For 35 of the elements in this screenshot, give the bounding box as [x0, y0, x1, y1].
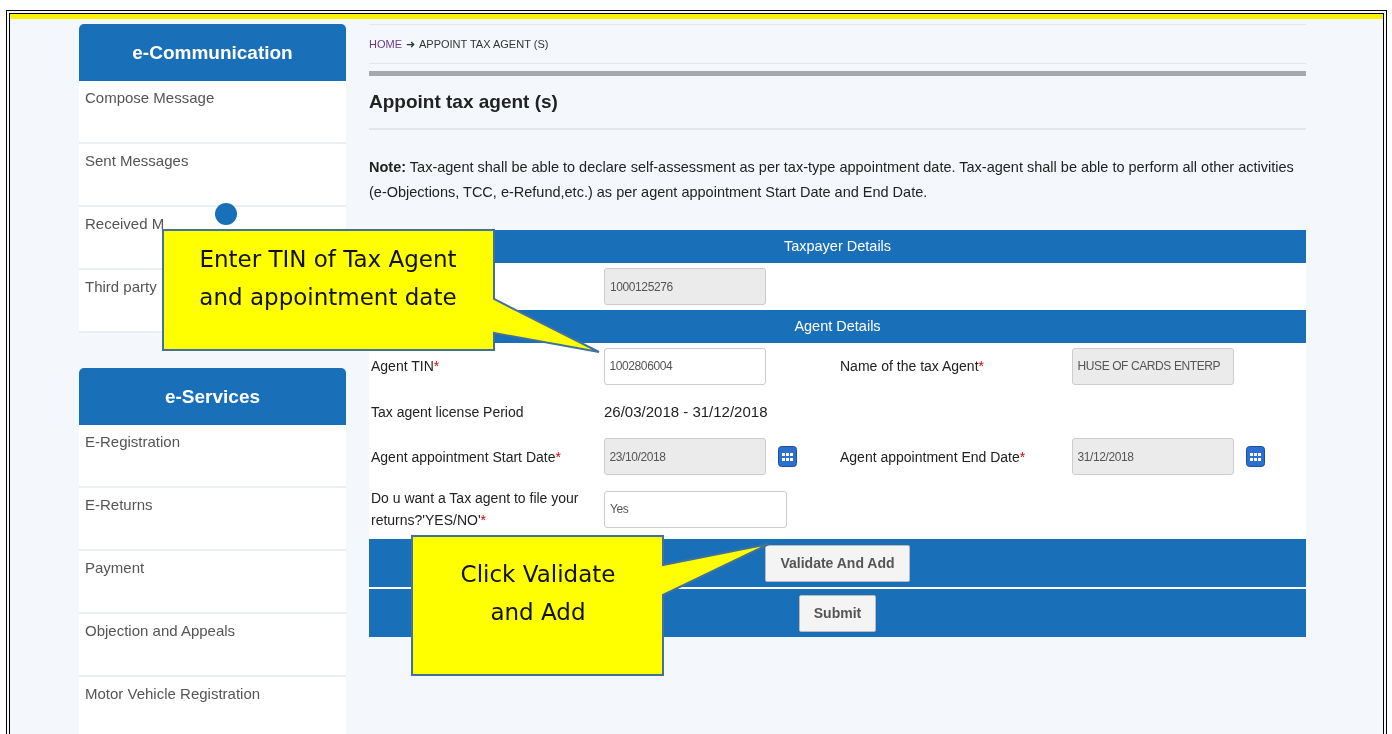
sidebar-item[interactable]: Third party	[85, 278, 157, 295]
input-field[interactable]: HUSE OF CARDS ENTERP	[1071, 347, 1234, 385]
callout-text: Click Validate and Add	[459, 560, 617, 627]
sidebar-header: e-Communication	[79, 24, 346, 81]
badge	[215, 203, 237, 225]
submit-button[interactable]: Submit	[798, 594, 877, 632]
input-field[interactable]: 1000125276	[604, 268, 766, 305]
sidebar-item[interactable]: Objection and Appeals	[85, 622, 236, 639]
sidebar-item[interactable]: Received M	[85, 215, 165, 232]
breadcrumb-current: APPOINT TAX AGENT (S)	[419, 38, 549, 50]
field-label: Tax agent license Period	[371, 403, 524, 420]
sidebar-item[interactable]: E-Registration	[85, 433, 181, 450]
input-field[interactable]: Yes	[604, 490, 787, 528]
sidebar-item[interactable]: Compose Message	[85, 89, 215, 106]
page-title: Appoint tax agent (s)	[369, 91, 558, 113]
field-value: 26/03/2018 - 31/12/2018	[604, 403, 768, 420]
field-label: Agent TIN*	[371, 358, 440, 374]
note-text: Note: Tax-agent shall be able to declare self-assessment as per tax-type appointment date. Tax-agent shall be able to perform all other activities (e-Objections, TCC, e-Refund,etc.) as per agent appointment Start Date and End Date.	[369, 158, 1295, 202]
field-label: Agent appointment Start Date*	[371, 448, 561, 465]
breadcrumb-separator: ➜	[406, 37, 415, 51]
calendar-icon[interactable]	[777, 446, 797, 467]
field-label: Do u want a Tax agent to file your returns?'YES/NO'*	[371, 490, 579, 528]
sidebar-item[interactable]: E-Returns	[85, 496, 153, 513]
validate-button[interactable]: Validate And Add	[765, 544, 910, 582]
sidebar-item[interactable]: Motor Vehicle Registration	[85, 685, 261, 702]
breadcrumb-link[interactable]: HOME	[369, 38, 402, 50]
field-label: Agent appointment End Date*	[840, 448, 1026, 465]
sidebar-item[interactable]: Sent Messages	[85, 152, 189, 169]
calendar-icon[interactable]	[1245, 446, 1265, 467]
input-field[interactable]: 23/10/2018	[603, 438, 766, 475]
sidebar-header: e-Services	[79, 368, 346, 425]
sidebar-item[interactable]: Payment	[85, 559, 145, 576]
input-field[interactable]: 31/12/2018	[1071, 438, 1234, 475]
field-label: Name of the tax Agent*	[840, 358, 984, 374]
input-field[interactable]: 1002806004	[603, 347, 766, 385]
